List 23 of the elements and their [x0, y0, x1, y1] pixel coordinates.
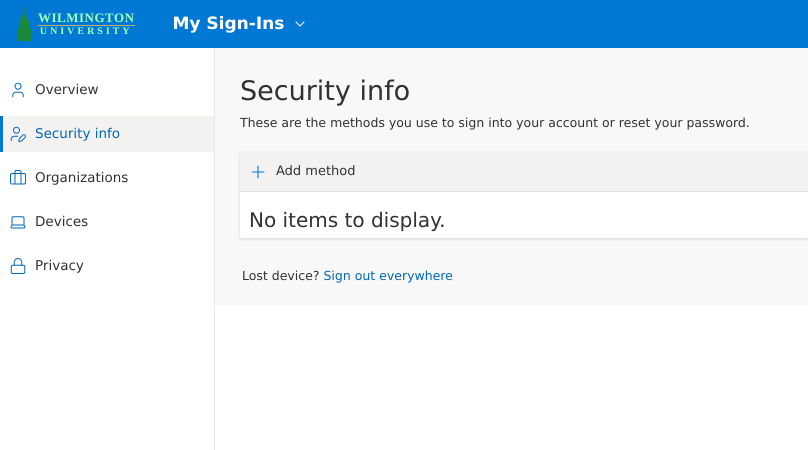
tower-icon: [14, 7, 34, 41]
lost-device-text: Lost device?: [242, 268, 320, 283]
nav-item[interactable]: Overview: [0, 72, 214, 108]
sign-out-everywhere-link[interactable]: Sign out everywhere: [323, 268, 453, 283]
briefcase-icon: [9, 169, 27, 187]
lock-icon: [9, 257, 27, 275]
nav-item[interactable]: Devices: [0, 204, 214, 240]
nav-label: Devices: [35, 214, 88, 230]
nav-item[interactable]: Privacy: [0, 248, 214, 284]
logo-name: WILMINGTON: [38, 11, 134, 26]
nav-item[interactable]: Security info: [0, 116, 214, 152]
add-method-button[interactable]: Add method: [240, 152, 808, 192]
nav-item[interactable]: Organizations: [0, 160, 214, 196]
page-title: Security info: [240, 76, 412, 107]
logo-subtitle: UNIVERSITY: [40, 26, 133, 37]
person-pen-icon: [9, 125, 27, 143]
app-title-menu[interactable]: My Sign-Ins: [172, 14, 308, 34]
nav-label: Organizations: [35, 170, 128, 186]
nav-label: Privacy: [35, 258, 84, 274]
nav-label: Overview: [35, 82, 99, 98]
empty-message: No items to display.: [248, 207, 446, 234]
page-description: These are the methods you use to sign into your account or reset your password.: [240, 115, 751, 130]
nav-label: Security info: [35, 126, 120, 142]
